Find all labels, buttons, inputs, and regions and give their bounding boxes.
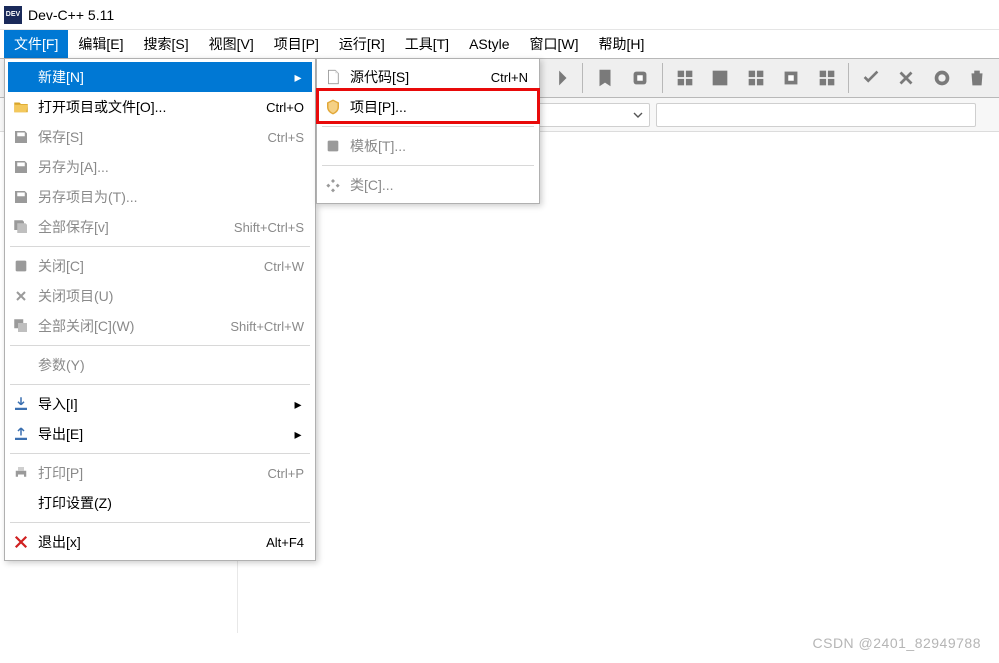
close-all-icon — [10, 315, 32, 337]
menu-separator — [10, 246, 310, 247]
save-as-icon — [10, 156, 32, 178]
tool-profile-button[interactable] — [925, 61, 958, 95]
blank-icon — [10, 492, 32, 514]
new-class[interactable]: 类[C]... — [320, 170, 536, 200]
file-import[interactable]: 导入[I] ▸ — [8, 389, 312, 419]
menu-separator — [322, 165, 534, 166]
tool-compile-run-button[interactable] — [774, 61, 807, 95]
blank-icon — [10, 354, 32, 376]
chevron-right-icon: ▸ — [292, 426, 304, 443]
tool-goto-button[interactable] — [624, 61, 657, 95]
menu-view[interactable]: 视图[V] — [199, 30, 264, 58]
menu-separator — [10, 345, 310, 346]
menu-window[interactable]: 窗口[W] — [520, 30, 589, 58]
save-all-icon — [10, 216, 32, 238]
source-file-icon — [322, 66, 344, 88]
menu-project[interactable]: 项目[P] — [264, 30, 329, 58]
new-source[interactable]: 源代码[S] Ctrl+N — [320, 62, 536, 92]
menu-help[interactable]: 帮助[H] — [589, 30, 655, 58]
file-open[interactable]: 打开项目或文件[O]... Ctrl+O — [8, 92, 312, 122]
menu-tools[interactable]: 工具[T] — [395, 30, 459, 58]
print-icon — [10, 462, 32, 484]
menu-file[interactable]: 文件[F] — [4, 30, 68, 58]
file-export[interactable]: 导出[E] ▸ — [8, 419, 312, 449]
close-icon — [10, 255, 32, 277]
tool-debug-button[interactable] — [854, 61, 887, 95]
file-save-project-as[interactable]: 另存项目为(T)... — [8, 182, 312, 212]
project-icon — [322, 96, 344, 118]
save-icon — [10, 126, 32, 148]
close-project-icon — [10, 285, 32, 307]
menu-separator — [10, 453, 310, 454]
file-save-all[interactable]: 全部保存[v] Shift+Ctrl+S — [8, 212, 312, 242]
new-submenu-popup: 源代码[S] Ctrl+N 项目[P]... 模板[T]... 类[C]... — [316, 58, 540, 204]
template-icon — [322, 135, 344, 157]
file-menu-popup: 新建[N] ▸ 打开项目或文件[O]... Ctrl+O 保存[S] Ctrl+… — [4, 58, 316, 561]
save-project-icon — [10, 186, 32, 208]
tool-stop-button[interactable] — [890, 61, 923, 95]
file-save-as[interactable]: 另存为[A]... — [8, 152, 312, 182]
class-icon — [322, 174, 344, 196]
menu-astyle[interactable]: AStyle — [459, 30, 519, 58]
tool-clean-button[interactable] — [961, 61, 994, 95]
tool-bookmark-button[interactable] — [588, 61, 621, 95]
export-icon — [10, 423, 32, 445]
file-close-all[interactable]: 全部关闭[C](W) Shift+Ctrl+W — [8, 311, 312, 341]
import-icon — [10, 393, 32, 415]
exit-icon — [10, 531, 32, 553]
tool-forward-button[interactable] — [544, 61, 577, 95]
app-title: Dev-C++ 5.11 — [28, 7, 114, 23]
chevron-right-icon: ▸ — [292, 396, 304, 413]
tool-grid-button[interactable] — [668, 61, 701, 95]
title-bar: DEV Dev-C++ 5.11 — [0, 0, 999, 30]
file-save[interactable]: 保存[S] Ctrl+S — [8, 122, 312, 152]
file-print-setup[interactable]: 打印设置(Z) — [8, 488, 312, 518]
search-dropdown[interactable] — [656, 103, 976, 127]
file-new[interactable]: 新建[N] ▸ — [8, 62, 312, 92]
new-project[interactable]: 项目[P]... — [320, 92, 536, 122]
file-exit[interactable]: 退出[x] Alt+F4 — [8, 527, 312, 557]
tool-run-button[interactable] — [739, 61, 772, 95]
menu-run[interactable]: 运行[R] — [329, 30, 395, 58]
app-icon: DEV — [4, 6, 22, 24]
chevron-right-icon: ▸ — [292, 69, 304, 86]
blank-icon — [10, 66, 32, 88]
menu-bar: 文件[F] 编辑[E] 搜索[S] 视图[V] 项目[P] 运行[R] 工具[T… — [0, 30, 999, 58]
tool-rebuild-button[interactable] — [810, 61, 843, 95]
menu-search[interactable]: 搜索[S] — [133, 30, 198, 58]
open-icon — [10, 96, 32, 118]
new-template[interactable]: 模板[T]... — [320, 131, 536, 161]
menu-separator — [10, 384, 310, 385]
tool-compile-button[interactable] — [704, 61, 737, 95]
file-close[interactable]: 关闭[C] Ctrl+W — [8, 251, 312, 281]
watermark: CSDN @2401_82949788 — [813, 635, 982, 651]
menu-separator — [10, 522, 310, 523]
file-properties[interactable]: 参数(Y) — [8, 350, 312, 380]
file-close-project[interactable]: 关闭项目(U) — [8, 281, 312, 311]
menu-edit[interactable]: 编辑[E] — [68, 30, 133, 58]
chevron-down-icon — [633, 110, 643, 120]
menu-separator — [322, 126, 534, 127]
file-print[interactable]: 打印[P] Ctrl+P — [8, 458, 312, 488]
